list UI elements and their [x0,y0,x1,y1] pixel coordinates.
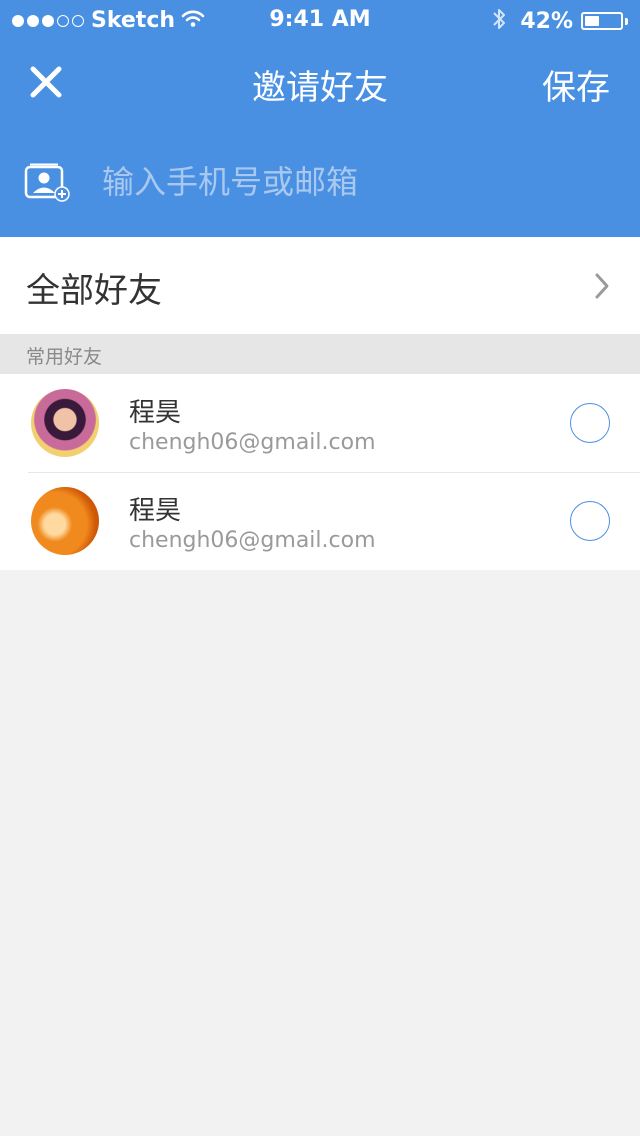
search-input[interactable] [98,156,606,208]
contact-add-icon [24,162,70,202]
search-row [0,140,640,224]
nav-bar: 邀请好友 保存 [0,40,640,128]
battery-percent: 42% [520,8,573,34]
friend-item[interactable]: 程昊 chengh06@gmail.com [0,472,640,570]
save-button[interactable]: 保存 [542,60,610,109]
friend-item[interactable]: 程昊 chengh06@gmail.com [0,374,640,472]
battery-fill [585,16,599,26]
status-right: 42% [492,7,628,35]
bluetooth-icon [492,7,506,35]
all-friends-label: 全部好友 [26,271,162,311]
status-bar: Sketch 9:41 AM 42% [0,0,640,40]
section-header: 常用好友 [0,334,640,374]
header: Sketch 9:41 AM 42% 邀请好友 保存 输入手机号或邮箱 [0,0,640,237]
friend-name: 程昊 [129,398,182,428]
avatar [31,487,99,555]
friend-email: chengh06@gmail.com [129,528,376,553]
select-radio[interactable] [570,403,610,443]
all-friends-row[interactable]: 全部好友 [0,237,640,334]
chevron-right-icon [594,272,610,304]
section-title: 常用好友 [26,346,103,368]
battery-tip [625,17,628,25]
avatar [31,389,99,457]
friends-list: 程昊 chengh06@gmail.com 程昊 chengh06@gmail.… [0,374,640,570]
battery-icon [581,12,623,30]
select-radio[interactable] [570,501,610,541]
friend-name: 程昊 [129,496,182,526]
friend-email: chengh06@gmail.com [129,430,376,455]
